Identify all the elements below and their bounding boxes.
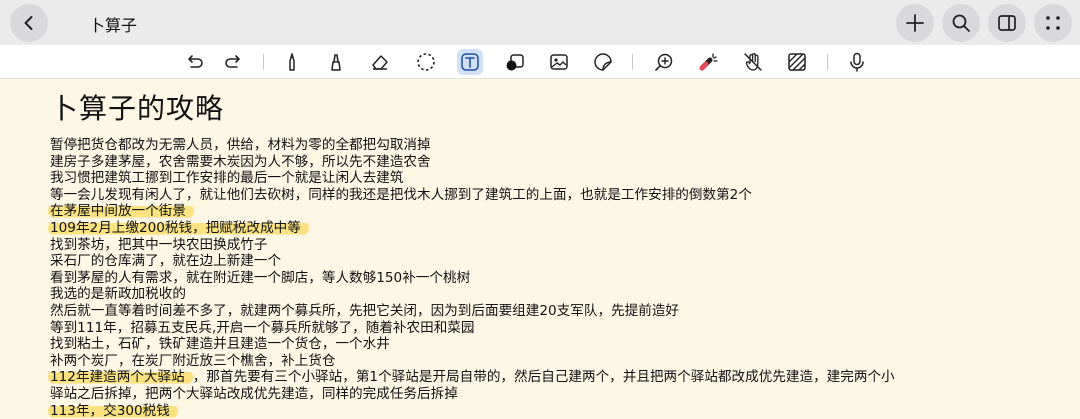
laser-pointer-tool[interactable] (695, 49, 721, 75)
note-line: 112年建造两个大驿站 ，那首先要有三个小驿站，第1个驿站是开局自带的，然后自己建… (48, 369, 1070, 386)
top-actions (896, 4, 1072, 42)
shape-icon (504, 51, 526, 73)
eraser-icon (369, 51, 391, 73)
laser-pointer-icon (697, 51, 719, 73)
highlighted-text: 109年2月上缴200税钱，把赋税改成中等 (48, 219, 309, 236)
add-button[interactable] (896, 4, 934, 42)
undo-button[interactable] (182, 49, 208, 75)
toolbar-divider (827, 54, 828, 70)
note-canvas[interactable]: 卜算子的攻略 暂停把货仓都改为无需人员，供给，材料为零的全都把勾取消掉 建房子多… (0, 79, 1080, 419)
undo-icon (184, 51, 206, 73)
hand-icon (742, 51, 764, 73)
sticker-icon (592, 51, 614, 73)
zoom-tool[interactable] (651, 49, 677, 75)
pattern-tool[interactable] (784, 49, 810, 75)
more-button[interactable] (1034, 4, 1072, 42)
pattern-icon (786, 51, 808, 73)
toolbar-divider (263, 54, 264, 70)
redo-button[interactable] (220, 49, 246, 75)
microphone-button[interactable] (844, 49, 870, 75)
note-line: 113年，交300税钱 (48, 402, 1070, 419)
lasso-tool[interactable] (413, 49, 439, 75)
back-button[interactable] (10, 4, 48, 42)
chevron-left-icon (20, 14, 38, 32)
image-tool[interactable] (546, 49, 572, 75)
note-line: 我选的是新政加税收的 (50, 286, 186, 303)
sidebar-icon (997, 13, 1017, 33)
image-icon (548, 51, 570, 73)
document-title: 卜算子 (89, 16, 138, 35)
zoom-icon (653, 51, 675, 73)
note-line: 找到茶坊，把其中一块农田换成竹子 (50, 236, 268, 253)
drawing-toolbar (0, 45, 1080, 79)
note-line: 109年2月上缴200税钱，把赋税改成中等 (48, 219, 1070, 237)
search-button[interactable] (942, 4, 980, 42)
top-bar: 卜算子 (0, 0, 1080, 45)
note-line: 我习惯把建筑工挪到工作安排的最后一个就是让闲人去建筑 (50, 170, 404, 187)
note-line: 驿站之后拆掉，把两个大驿站改成优先建造，同样的完成任务后拆掉 (50, 385, 458, 402)
text-tool[interactable] (457, 49, 483, 75)
highlighted-text: 在茅屋中间放一个街景 (48, 203, 194, 220)
note-line: 然后就一直等着时间差不多了，就建两个募兵所，先把它关闭，因为到后面要组建20支军… (50, 302, 680, 319)
note-body: 暂停把货仓都改为无需人员，供给，材料为零的全都把勾取消掉 建房子多建茅屋，农舍需… (48, 137, 1070, 419)
note-line: 建房子多建茅屋，农舍需要木炭因为人不够，所以先不建造农舍 (50, 153, 431, 170)
text-icon (459, 51, 481, 73)
note-line: 采石厂的仓库满了，就在边上新建一个 (50, 253, 282, 270)
toolbar-divider (632, 54, 633, 70)
hand-tool[interactable] (740, 49, 766, 75)
note-line: 在茅屋中间放一个街景 (48, 203, 1070, 220)
highlighted-text: 112年建造两个大驿站 (48, 369, 193, 386)
redo-icon (222, 51, 244, 73)
eraser-tool[interactable] (367, 49, 393, 75)
highlighted-text: 113年，交300税钱 (48, 402, 178, 419)
note-line: 等到111年，招募五支民兵,开启一个募兵所就够了，随着补农田和菜园 (50, 319, 475, 336)
highlighter-icon (325, 51, 347, 73)
search-icon (951, 13, 971, 33)
highlighter-tool[interactable] (323, 49, 349, 75)
note-line: 找到粘土，石矿，铁矿建造并且建造一个货仓，一个水井 (50, 336, 390, 353)
more-dots-icon (1043, 13, 1063, 33)
sticker-tool[interactable] (590, 49, 616, 75)
note-line: 暂停把货仓都改为无需人员，供给，材料为零的全都把勾取消掉 (50, 137, 431, 153)
microphone-icon (846, 51, 868, 73)
note-line: 补两个炭厂，在炭厂附近放三个樵舍，补上货仓 (50, 352, 336, 369)
pen-icon (281, 51, 303, 73)
plus-icon (905, 13, 925, 33)
sidebar-toggle-button[interactable] (988, 4, 1026, 42)
shape-tool[interactable] (502, 49, 528, 75)
note-line-rest: ，那首先要有三个小驿站，第1个驿站是开局自带的，然后自己建两个，并且把两个驿站都… (192, 369, 895, 386)
lasso-icon (415, 51, 437, 73)
pen-tool[interactable] (279, 49, 305, 75)
note-line: 看到茅屋的人有需求，就在附近建一个脚店，等人数够150补一个桃树 (50, 269, 471, 286)
note-heading: 卜算子的攻略 (50, 92, 225, 125)
note-line: 等一会儿发现有闲人了，就让他们去砍树，同样的我还是把伐木人挪到了建筑工的上面，也… (50, 186, 752, 203)
